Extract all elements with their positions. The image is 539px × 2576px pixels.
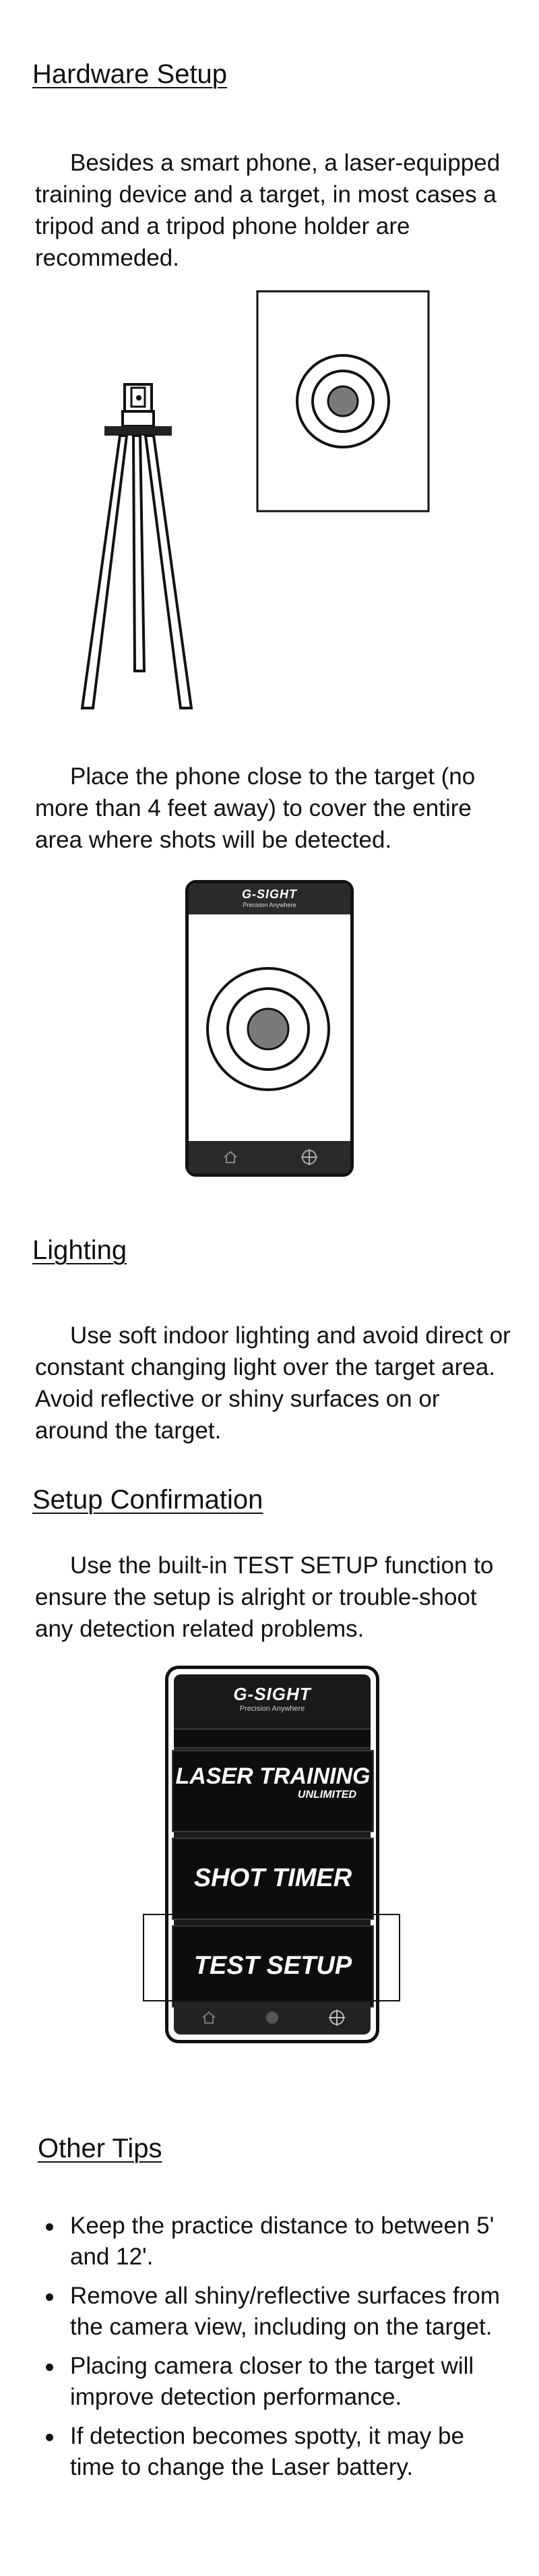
bullet-icon	[46, 2364, 53, 2371]
home-icon[interactable]	[222, 1149, 239, 1165]
hardware-setup-text: Besides a smart phone, a laser-equipped …	[35, 150, 501, 271]
bullet-icon	[46, 2434, 53, 2441]
list-item: If detection becomes spotty, it may be t…	[40, 2421, 512, 2483]
other-tips-heading: Other Tips	[38, 2134, 162, 2163]
tip-text: Placing camera closer to the target will…	[70, 2353, 474, 2410]
phone-bottom-bar	[189, 1141, 350, 1173]
tip-text: Keep the practice distance to between 5'…	[70, 2213, 495, 2270]
list-item: Keep the practice distance to between 5'…	[40, 2211, 512, 2273]
app-bottom-bar	[174, 2001, 371, 2035]
app-header: G-SIGHT Precision Anywhere	[174, 1674, 371, 1713]
lighting-text: Use soft indoor lighting and avoid direc…	[35, 1322, 511, 1444]
shot-timer-label: SHOT TIMER	[193, 1864, 352, 1892]
target-sheet-illustration	[256, 290, 430, 513]
app-logo: G-SIGHT	[242, 887, 297, 901]
tip-text: Remove all shiny/reflective surfaces fro…	[70, 2283, 500, 2340]
bullet-icon	[46, 2293, 53, 2301]
list-item: Placing camera closer to the target will…	[40, 2351, 512, 2413]
menu-app-logo: G-SIGHT	[233, 1684, 311, 1704]
phone-target-preview	[206, 967, 330, 1091]
tip-text: If detection becomes spotty, it may be t…	[70, 2423, 464, 2480]
laser-training-button[interactable]: LASER TRAINING UNLIMITED	[172, 1750, 374, 1832]
laser-training-label: LASER TRAINING	[175, 1763, 371, 1789]
lighting-heading: Lighting	[32, 1235, 127, 1265]
record-icon[interactable]	[264, 2010, 280, 2026]
setup-confirmation-heading: Setup Confirmation	[32, 1485, 263, 1515]
phone-header-bar: G-SIGHT Precision Anywhere	[189, 883, 350, 914]
crosshair-icon[interactable]	[300, 1148, 319, 1167]
setup-confirmation-paragraph: Use the built-in TEST SETUP function to …	[35, 1550, 515, 1645]
phone-target-view-mockup: G-SIGHT Precision Anywhere	[185, 880, 354, 1177]
tripod-illustration	[80, 383, 193, 709]
laser-training-sublabel: UNLIMITED	[297, 1789, 356, 1801]
home-icon[interactable]	[201, 2010, 217, 2026]
tips-list: Keep the practice distance to between 5'…	[40, 2211, 512, 2491]
menu-top-strip	[174, 1728, 371, 1749]
phone-placement-text: Place the phone close to the target (no …	[35, 763, 476, 853]
shot-timer-button[interactable]: SHOT TIMER	[172, 1838, 374, 1920]
test-setup-highlight-box	[143, 1914, 400, 2001]
crosshair-icon[interactable]	[327, 2008, 346, 2027]
app-tagline: Precision Anywhere	[243, 902, 296, 908]
menu-app-tagline: Precision Anywhere	[239, 1705, 305, 1713]
phone-placement-paragraph: Place the phone close to the target (no …	[35, 761, 515, 856]
lighting-paragraph: Use soft indoor lighting and avoid direc…	[35, 1320, 515, 1446]
list-item: Remove all shiny/reflective surfaces fro…	[40, 2281, 512, 2343]
hardware-setup-paragraph: Besides a smart phone, a laser-equipped …	[35, 147, 515, 274]
hardware-setup-heading: Hardware Setup	[32, 59, 228, 89]
bullet-icon	[46, 2223, 53, 2231]
setup-confirmation-text: Use the built-in TEST SETUP function to …	[35, 1552, 494, 1642]
